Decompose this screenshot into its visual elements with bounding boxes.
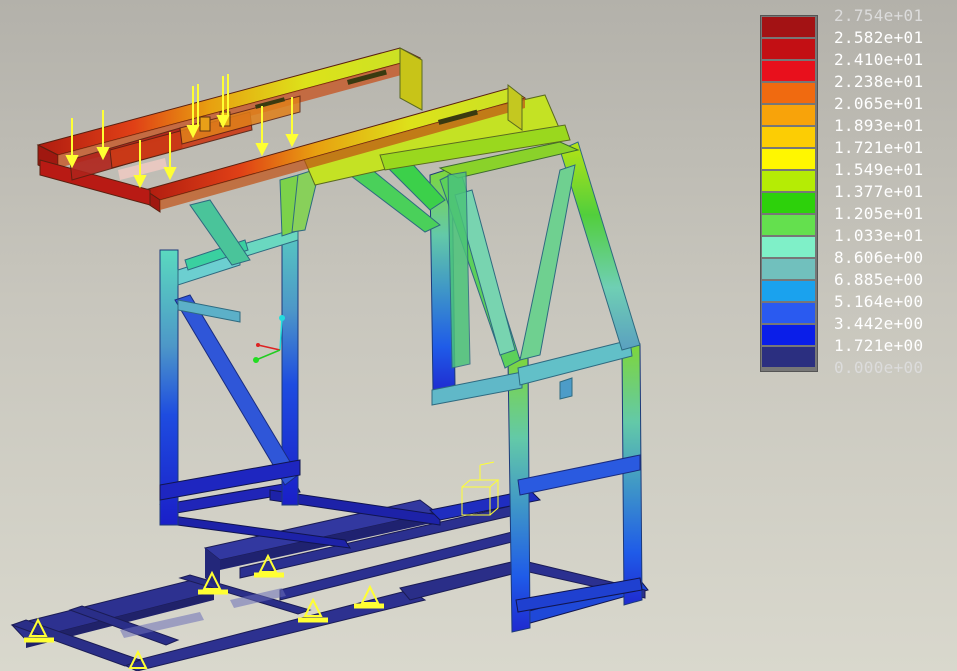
legend-swatch: [762, 259, 815, 280]
legend-swatch: [762, 325, 815, 346]
legend-value-label: 1.205e+01: [834, 204, 924, 223]
legend-value-label: 0.000e+00: [834, 358, 924, 377]
left-tower: [159, 167, 321, 526]
legend-swatch: [762, 127, 815, 148]
legend-value-label: 2.410e+01: [834, 50, 924, 69]
legend-swatch: [762, 215, 815, 236]
legend-color-bar: [760, 15, 818, 372]
legend-value-label: 1.377e+01: [834, 182, 924, 201]
legend-value-label: 2.065e+01: [834, 94, 924, 113]
coordinate-triad: [253, 315, 285, 363]
stress-color-legend: 2.754e+01 2.582e+01 2.410e+01 2.238e+01 2.06…: [760, 6, 950, 377]
legend-value-label: 8.606e+00: [834, 248, 924, 267]
legend-value-label: 2.238e+01: [834, 72, 924, 91]
legend-swatch: [762, 61, 815, 82]
legend-value-label: 2.754e+01: [834, 6, 924, 25]
legend-swatch: [762, 83, 815, 104]
legend-swatch: [762, 171, 815, 192]
legend-value-label: 5.164e+00: [834, 292, 924, 311]
legend-swatch: [762, 105, 815, 126]
legend-value-label: 2.582e+01: [834, 28, 924, 47]
right-tower: [429, 141, 643, 633]
legend-swatch: [762, 237, 815, 258]
legend-value-label: 1.549e+01: [834, 160, 924, 179]
legend-swatch: [762, 39, 815, 60]
legend-value-label: 1.721e+00: [834, 336, 924, 355]
legend-swatch: [762, 17, 815, 38]
legend-swatch: [762, 281, 815, 302]
legend-swatch: [762, 347, 815, 368]
legend-swatch: [762, 303, 815, 324]
legend-value-label: 3.442e+00: [834, 314, 924, 333]
legend-value-label: 1.033e+01: [834, 226, 924, 245]
legend-value-label: 1.721e+01: [834, 138, 924, 157]
base-frame: [10, 481, 649, 671]
legend-value-label: 6.885e+00: [834, 270, 924, 289]
legend-swatch: [762, 193, 815, 214]
legend-swatch: [762, 149, 815, 170]
legend-value-label: 1.893e+01: [834, 116, 924, 135]
